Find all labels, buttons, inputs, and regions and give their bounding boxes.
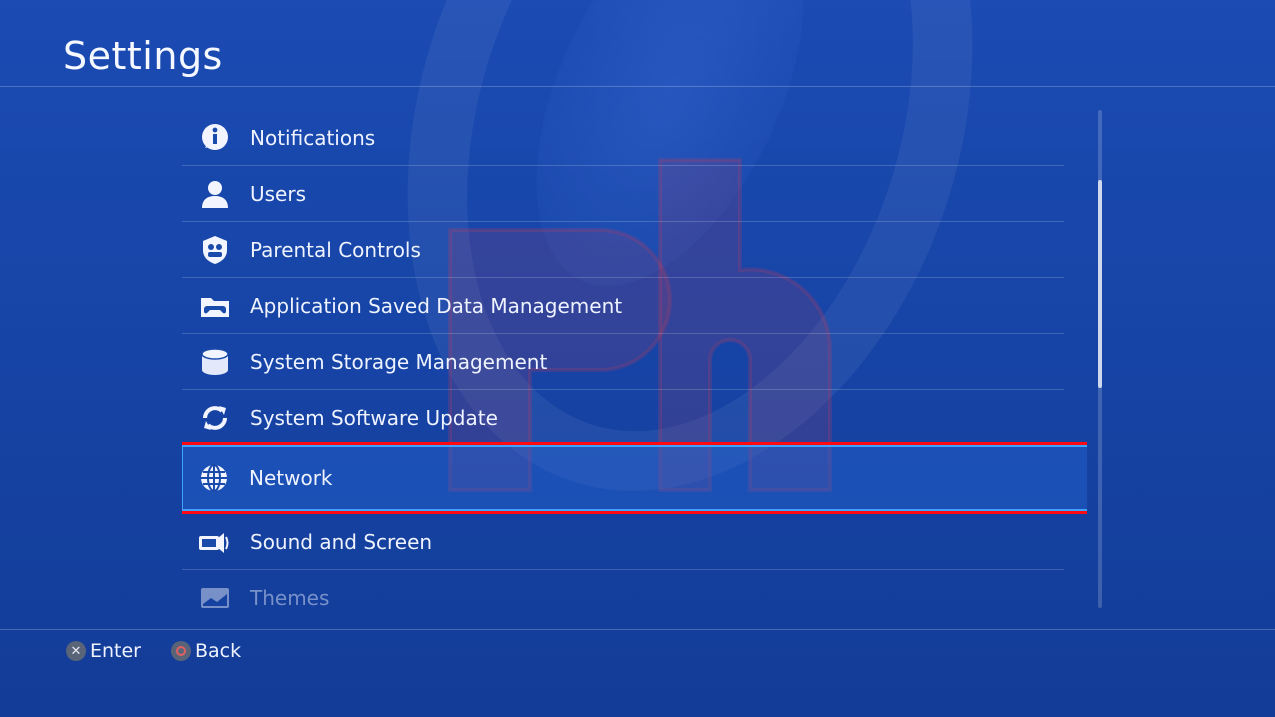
back-label: Back <box>195 640 242 662</box>
menu-item-label: Parental Controls <box>250 237 421 262</box>
footer-divider <box>0 629 1275 630</box>
menu-item-users[interactable]: Users <box>182 166 1064 222</box>
menu-item-storage[interactable]: System Storage Management <box>182 334 1064 390</box>
menu-item-network[interactable]: Network <box>182 442 1087 514</box>
menu-item-label: System Software Update <box>250 405 498 430</box>
menu-item-label: Network <box>249 466 333 490</box>
parental-controls-icon <box>198 233 232 267</box>
header-divider <box>0 86 1275 87</box>
back-hint[interactable]: Back <box>171 640 241 662</box>
settings-screen: Settings Notifications Users Parental Co… <box>0 0 1275 717</box>
globe-icon <box>197 461 231 495</box>
scrollbar-thumb[interactable] <box>1098 180 1102 388</box>
update-icon <box>198 401 232 435</box>
cross-button-icon: ✕ <box>66 641 86 661</box>
menu-item-label: Sound and Screen <box>250 529 433 554</box>
saved-data-icon <box>198 289 232 323</box>
enter-label: Enter <box>90 640 141 662</box>
menu-item-label: Application Saved Data Management <box>250 293 623 318</box>
circle-button-icon <box>171 641 191 661</box>
menu-item-saved-data[interactable]: Application Saved Data Management <box>182 278 1064 334</box>
menu-item-label: Notifications <box>250 125 376 150</box>
user-icon <box>198 177 232 211</box>
menu-item-themes[interactable]: Themes <box>182 570 1064 610</box>
menu-item-software-update[interactable]: System Software Update <box>182 390 1064 446</box>
storage-icon <box>198 345 232 379</box>
sound-screen-icon <box>198 525 232 559</box>
themes-icon <box>198 581 232 610</box>
menu-item-parental-controls[interactable]: Parental Controls <box>182 222 1064 278</box>
info-icon <box>198 121 232 155</box>
menu-item-notifications[interactable]: Notifications <box>182 110 1064 166</box>
page-title: Settings <box>63 34 223 78</box>
button-hints: ✕ Enter Back <box>66 638 241 664</box>
menu-item-sound-screen[interactable]: Sound and Screen <box>182 514 1064 570</box>
settings-menu: Notifications Users Parental Controls Ap… <box>182 110 1087 610</box>
menu-item-label: System Storage Management <box>250 349 548 374</box>
menu-item-label: Users <box>250 181 307 206</box>
enter-hint[interactable]: ✕ Enter <box>66 640 141 662</box>
menu-item-label: Themes <box>250 586 330 610</box>
